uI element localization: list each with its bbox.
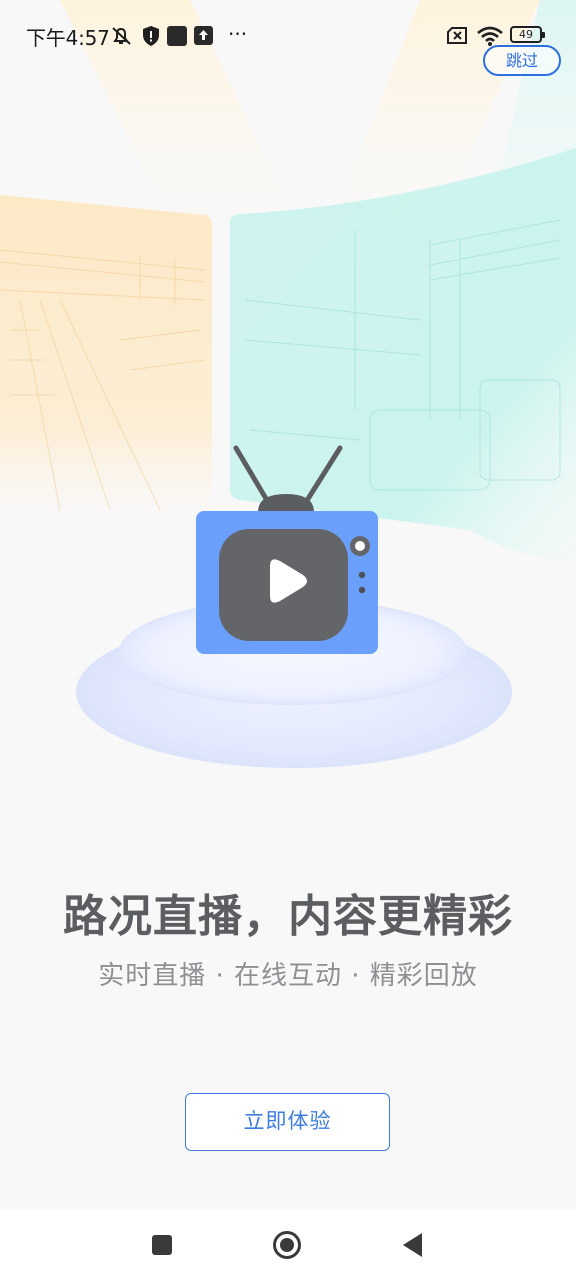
- recent-apps-icon[interactable]: [147, 1230, 177, 1260]
- upload-icon: [194, 26, 213, 45]
- wifi-icon: [477, 26, 503, 46]
- battery-icon: 49: [510, 26, 545, 43]
- more-notifications-icon: ···: [228, 22, 248, 46]
- subline: 实时直播 · 在线互动 · 精彩回放: [98, 961, 478, 991]
- app-icon: [167, 26, 187, 46]
- back-icon[interactable]: [398, 1230, 428, 1260]
- shield-icon: [143, 26, 159, 46]
- headline: 路况直播，内容更精彩: [63, 891, 513, 942]
- status-time: 下午4:57: [26, 26, 110, 50]
- onboarding-screen: 下午4:57 ··· 49 跳过 路况直播，内容更精彩 实时直播 · 在线互动 …: [0, 0, 576, 1280]
- sim-blocked-icon: [447, 27, 467, 44]
- home-icon[interactable]: [272, 1230, 302, 1260]
- skip-button[interactable]: 跳过: [483, 45, 561, 76]
- navigation-bar: [0, 1210, 576, 1280]
- hero-illustration: [0, 0, 576, 768]
- mute-icon: [112, 27, 131, 45]
- try-now-button[interactable]: 立即体验: [185, 1093, 390, 1151]
